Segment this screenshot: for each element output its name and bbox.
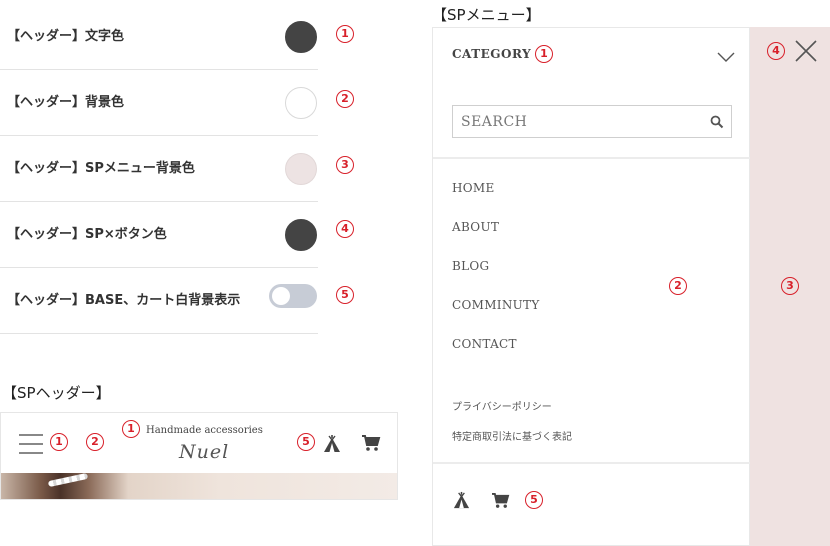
nav-home[interactable]: HOME	[452, 181, 495, 195]
sp-menu-preview: CATEGORY HOME ABOUT BLOG COMMINUTY CONTA…	[432, 27, 830, 546]
base-tent-icon[interactable]	[322, 434, 342, 458]
setting-sp-x-button-color: 【ヘッダー】SP×ボタン色	[0, 202, 318, 268]
marker-number: 4	[767, 42, 785, 60]
marker-number: 3	[781, 277, 799, 295]
setting-label: 【ヘッダー】SP×ボタン色	[7, 227, 167, 242]
category-toggle[interactable]: CATEGORY	[452, 47, 531, 61]
marker-number: 2	[336, 90, 354, 108]
marker-number: 4	[336, 220, 354, 238]
brand-tagline: Handmade accessories	[146, 425, 263, 436]
privacy-policy-link[interactable]: プライバシーポリシー	[452, 398, 552, 413]
divider	[433, 462, 751, 464]
marker-number: 2	[669, 277, 687, 295]
setting-sp-menu-bg-color: 【ヘッダー】SPメニュー背景色	[0, 136, 318, 202]
marker-number: 1	[50, 433, 68, 451]
marker-number: 2	[86, 433, 104, 451]
sp-menu-panel: CATEGORY HOME ABOUT BLOG COMMINUTY CONTA…	[432, 27, 751, 546]
hero-photo	[1, 472, 397, 499]
nav-contact[interactable]: CONTACT	[452, 337, 517, 351]
search-box	[452, 105, 732, 138]
marker-number: 1	[336, 25, 354, 43]
search-icon[interactable]	[710, 114, 724, 133]
marker-number: 1	[122, 420, 140, 438]
setting-label: 【ヘッダー】背景色	[7, 95, 125, 110]
x-button-color-swatch[interactable]	[285, 219, 317, 251]
text-color-swatch[interactable]	[285, 21, 317, 53]
sp-header-preview: Handmade accessories Nuel	[0, 412, 398, 500]
base-tent-icon[interactable]	[452, 491, 471, 514]
sp-menu-bg-swatch[interactable]	[285, 153, 317, 185]
search-input[interactable]	[453, 106, 703, 137]
toggle-knob	[272, 287, 290, 305]
brand-logo[interactable]: Nuel	[179, 441, 229, 463]
close-icon[interactable]	[794, 39, 818, 67]
bg-color-swatch[interactable]	[285, 87, 317, 119]
setting-text-color: 【ヘッダー】文字色	[0, 4, 318, 70]
setting-bg-color: 【ヘッダー】背景色	[0, 70, 318, 136]
setting-label: 【ヘッダー】SPメニュー背景色	[7, 161, 195, 176]
setting-label: 【ヘッダー】BASE、カート白背景表示	[7, 293, 241, 308]
setting-cart-white-bg: 【ヘッダー】BASE、カート白背景表示	[0, 268, 318, 334]
sp-header-title: 【SPヘッダー】	[2, 384, 111, 402]
legal-notice-link[interactable]: 特定商取引法に基づく表記	[452, 428, 572, 443]
nav-about[interactable]: ABOUT	[452, 220, 499, 234]
cart-icon[interactable]	[361, 434, 381, 456]
divider	[433, 157, 751, 159]
nav-blog[interactable]: BLOG	[452, 259, 489, 273]
marker-number: 1	[535, 45, 553, 63]
nav-community[interactable]: COMMINUTY	[452, 298, 540, 312]
setting-label: 【ヘッダー】文字色	[7, 29, 125, 44]
marker-number: 5	[525, 491, 543, 509]
cart-icon[interactable]	[491, 492, 510, 513]
chevron-down-icon[interactable]	[717, 48, 735, 67]
cart-white-bg-toggle[interactable]	[269, 284, 317, 308]
marker-number: 5	[336, 286, 354, 304]
hamburger-menu-icon[interactable]	[19, 434, 43, 454]
marker-number: 3	[336, 156, 354, 174]
sp-menu-title: 【SPメニュー】	[432, 6, 541, 24]
marker-number: 5	[297, 433, 315, 451]
